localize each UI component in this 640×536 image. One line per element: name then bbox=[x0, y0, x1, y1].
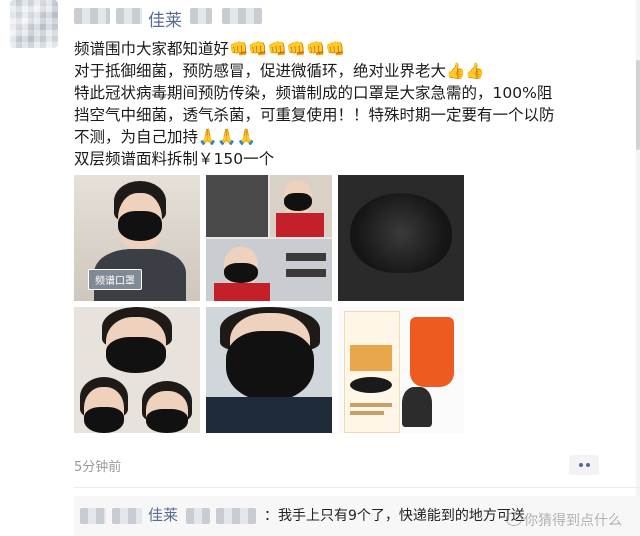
photo-woman-mask[interactable]: 频谱口罩 bbox=[74, 175, 200, 301]
photo-tag: 频谱口罩 bbox=[88, 269, 142, 290]
post-time: 5分钟前 bbox=[74, 460, 122, 475]
photo-two-women-mask[interactable] bbox=[74, 307, 200, 433]
more-dots-icon[interactable] bbox=[569, 455, 599, 475]
post-line: 频谱围巾大家都知道好👊👊👊👊👊👊 bbox=[74, 40, 345, 58]
blurred-name-part bbox=[222, 8, 262, 24]
blurred-name-part bbox=[190, 8, 212, 24]
post-line: 双层频谱面料拆制￥150一个 bbox=[74, 150, 275, 168]
photo-product-ad[interactable] bbox=[338, 307, 464, 433]
blurred-name-part bbox=[186, 508, 210, 524]
divider bbox=[74, 487, 640, 488]
photo-mask-fabric[interactable] bbox=[338, 175, 464, 301]
comment-text: ：我手上只有9个了，快递能到的地方可送 bbox=[264, 508, 525, 524]
post-line: 挡空气中细菌，透气杀菌，可重复使用！！特殊时期一定要有一个以防 bbox=[74, 106, 555, 124]
author-name[interactable]: 佳莱 bbox=[148, 6, 182, 31]
comment-author[interactable]: 佳莱 bbox=[148, 504, 178, 525]
post-line: 对于抵御细菌，预防感冒，促进微循环，绝对业界老大👍👍 bbox=[74, 62, 485, 80]
post-body: 频谱围巾大家都知道好👊👊👊👊👊👊 对于抵御细菌，预防感冒，促进微循环，绝对业界老… bbox=[74, 38, 630, 170]
photo-children-mask[interactable] bbox=[206, 175, 332, 301]
scrollbar-thumb[interactable] bbox=[636, 60, 640, 150]
weibo-icon bbox=[506, 512, 522, 526]
blurred-name-part bbox=[116, 8, 142, 24]
blurred-name-part bbox=[74, 8, 110, 24]
blurred-name-part bbox=[112, 508, 142, 524]
photo-selfie-mask[interactable] bbox=[206, 307, 332, 433]
post-line: 不测，为自己加持🙏🙏🙏 bbox=[74, 128, 256, 146]
watermark: 你猜得到点什么 bbox=[506, 510, 622, 530]
avatar[interactable] bbox=[10, 0, 58, 48]
post-line: 特此冠状病毒期间预防传染，频谱制成的口罩是大家急需的，100%阻 bbox=[74, 84, 553, 102]
blurred-name-part bbox=[216, 508, 256, 524]
blurred-name-part bbox=[80, 508, 106, 524]
